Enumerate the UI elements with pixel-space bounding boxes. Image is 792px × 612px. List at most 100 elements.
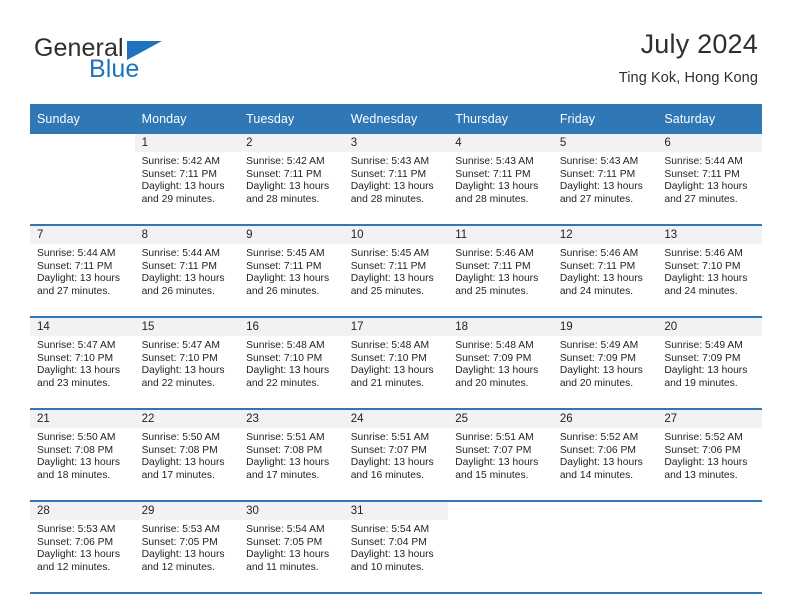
- calendar-day-cell[interactable]: 26 Sunrise: 5:52 AM Sunset: 7:06 PM Dayligh…: [552, 409, 658, 502]
- sunrise-text: Sunrise: 5:43 AM: [350, 156, 430, 167]
- day-number: 23: [239, 410, 344, 428]
- general-blue-logo[interactable]: General Blue: [34, 36, 234, 88]
- daylight-text-line2: and 25 minutes.: [455, 285, 529, 297]
- calendar-week-row: 1 Sunrise: 5:42 AM Sunset: 7:11 PM Daylight…: [30, 134, 762, 226]
- calendar-day-cell[interactable]: 6 Sunrise: 5:44 AM Sunset: 7:11 PM Daylight…: [657, 134, 762, 226]
- calendar-day-cell[interactable]: 14 Sunrise: 5:47 AM Sunset: 7:10 PM Dayligh…: [30, 317, 135, 410]
- sunset-text: Sunset: 7:11 PM: [455, 168, 531, 180]
- sunset-text: Sunset: 7:11 PM: [664, 168, 740, 180]
- calendar-day-cell[interactable]: 29 Sunrise: 5:53 AM Sunset: 7:05 PM Dayligh…: [134, 501, 240, 594]
- calendar-day-cell[interactable]: 20 Sunrise: 5:49 AM Sunset: 7:09 PM Dayligh…: [657, 317, 762, 410]
- day-detail-lines: Sunrise: 5:43 AM Sunset: 7:11 PM Daylight:…: [344, 152, 449, 206]
- calendar-day-cell[interactable]: 4 Sunrise: 5:43 AM Sunset: 7:11 PM Daylight…: [448, 134, 553, 226]
- calendar-day-cell[interactable]: 16 Sunrise: 5:48 AM Sunset: 7:10 PM Dayligh…: [239, 317, 344, 410]
- daylight-text-line1: Daylight: 13 hours: [455, 273, 539, 285]
- calendar-day-cell[interactable]: 22 Sunrise: 5:50 AM Sunset: 7:08 PM Dayligh…: [134, 409, 240, 502]
- calendar-day-cell[interactable]: 23 Sunrise: 5:51 AM Sunset: 7:08 PM Dayligh…: [239, 409, 344, 502]
- day-cell-inner: 8 Sunrise: 5:44 AM Sunset: 7:11 PM Daylight…: [134, 226, 240, 314]
- day-number: 20: [657, 318, 762, 336]
- day-detail-lines: Sunrise: 5:46 AM Sunset: 7:11 PM Daylight:…: [553, 244, 658, 298]
- day-number: 21: [30, 410, 135, 428]
- daylight-text-line1: Daylight: 13 hours: [246, 273, 330, 285]
- day-detail-lines: Sunrise: 5:49 AM Sunset: 7:09 PM Daylight:…: [657, 336, 762, 390]
- day-detail-lines: Sunrise: 5:53 AM Sunset: 7:06 PM Daylight:…: [30, 520, 135, 574]
- day-number: 15: [134, 318, 240, 336]
- calendar-day-cell[interactable]: 3 Sunrise: 5:43 AM Sunset: 7:11 PM Daylight…: [343, 134, 449, 226]
- day-cell-inner: [657, 502, 762, 590]
- day-number: 8: [134, 226, 240, 244]
- sunset-text: Sunset: 7:07 PM: [350, 444, 427, 456]
- calendar-day-cell[interactable]: 15 Sunrise: 5:47 AM Sunset: 7:10 PM Dayligh…: [134, 317, 240, 410]
- sunset-text: Sunset: 7:10 PM: [664, 260, 741, 272]
- sunrise-text: Sunrise: 5:44 AM: [664, 156, 743, 167]
- day-number: 3: [343, 134, 449, 152]
- daylight-text-line2: and 19 minutes.: [664, 377, 738, 389]
- sunrise-text: Sunrise: 5:49 AM: [664, 340, 743, 351]
- sunrise-text: Sunrise: 5:45 AM: [350, 248, 430, 259]
- daylight-text-line1: Daylight: 13 hours: [141, 457, 225, 469]
- calendar-day-cell[interactable]: 9 Sunrise: 5:45 AM Sunset: 7:11 PM Daylight…: [239, 225, 344, 318]
- calendar-day-cell[interactable]: 21 Sunrise: 5:50 AM Sunset: 7:08 PM Dayligh…: [30, 409, 135, 502]
- calendar-day-cell[interactable]: 8 Sunrise: 5:44 AM Sunset: 7:11 PM Daylight…: [134, 225, 240, 318]
- calendar-day-cell[interactable]: 31 Sunrise: 5:54 AM Sunset: 7:04 PM Dayligh…: [343, 501, 449, 594]
- day-number: 16: [239, 318, 344, 336]
- sunrise-text: Sunrise: 5:47 AM: [141, 340, 220, 351]
- calendar-week-row: 14 Sunrise: 5:47 AM Sunset: 7:10 PM Dayligh…: [30, 317, 762, 410]
- day-cell-inner: 1 Sunrise: 5:42 AM Sunset: 7:11 PM Daylight…: [134, 134, 240, 222]
- sunrise-text: Sunrise: 5:45 AM: [246, 248, 325, 259]
- calendar-week-row: 7 Sunrise: 5:44 AM Sunset: 7:11 PM Daylight…: [30, 225, 762, 318]
- calendar-day-cell[interactable]: 30 Sunrise: 5:54 AM Sunset: 7:05 PM Dayligh…: [239, 501, 344, 594]
- daylight-text-line2: and 17 minutes.: [246, 469, 320, 481]
- calendar-day-cell[interactable]: 28 Sunrise: 5:53 AM Sunset: 7:06 PM Dayligh…: [30, 501, 135, 594]
- day-detail-lines: Sunrise: 5:51 AM Sunset: 7:07 PM Daylight:…: [344, 428, 449, 482]
- calendar-day-cell[interactable]: 18 Sunrise: 5:48 AM Sunset: 7:09 PM Dayligh…: [448, 317, 553, 410]
- calendar-day-cell[interactable]: 1 Sunrise: 5:42 AM Sunset: 7:11 PM Daylight…: [134, 134, 240, 226]
- day-number: 6: [657, 134, 762, 152]
- sunset-text: Sunset: 7:11 PM: [455, 260, 531, 272]
- day-cell-inner: [552, 502, 658, 590]
- day-number: [448, 502, 553, 520]
- daylight-text-line2: and 27 minutes.: [559, 193, 634, 205]
- calendar-day-cell[interactable]: 13 Sunrise: 5:46 AM Sunset: 7:10 PM Dayligh…: [657, 225, 762, 318]
- sunrise-text: Sunrise: 5:43 AM: [455, 156, 534, 167]
- calendar-day-cell[interactable]: 5 Sunrise: 5:43 AM Sunset: 7:11 PM Daylight…: [552, 134, 658, 226]
- calendar-day-cell[interactable]: 25 Sunrise: 5:51 AM Sunset: 7:07 PM Dayligh…: [448, 409, 553, 502]
- calendar-day-cell[interactable]: 19 Sunrise: 5:49 AM Sunset: 7:09 PM Dayligh…: [552, 317, 658, 410]
- calendar-day-cell[interactable]: 12 Sunrise: 5:46 AM Sunset: 7:11 PM Dayligh…: [552, 225, 658, 318]
- calendar-day-cell[interactable]: 2 Sunrise: 5:42 AM Sunset: 7:11 PM Daylight…: [239, 134, 344, 226]
- sunrise-text: Sunrise: 5:50 AM: [37, 432, 116, 443]
- daylight-text-line2: and 26 minutes.: [246, 285, 320, 297]
- day-number: 1: [134, 134, 240, 152]
- calendar-day-cell[interactable]: 27 Sunrise: 5:52 AM Sunset: 7:06 PM Dayligh…: [657, 409, 762, 502]
- daylight-text-line2: and 24 minutes.: [664, 285, 738, 297]
- weekday-header-monday: Monday: [134, 104, 240, 134]
- calendar-day-cell[interactable]: 11 Sunrise: 5:46 AM Sunset: 7:11 PM Dayligh…: [448, 225, 553, 318]
- day-detail-lines: Sunrise: 5:46 AM Sunset: 7:11 PM Daylight:…: [448, 244, 553, 298]
- daylight-text-line2: and 12 minutes.: [141, 561, 215, 573]
- day-cell-inner: 30 Sunrise: 5:54 AM Sunset: 7:05 PM Dayligh…: [239, 502, 344, 590]
- day-cell-inner: 21 Sunrise: 5:50 AM Sunset: 7:08 PM Dayligh…: [30, 410, 135, 498]
- sunrise-text: Sunrise: 5:50 AM: [141, 432, 220, 443]
- day-cell-inner: 29 Sunrise: 5:53 AM Sunset: 7:05 PM Dayligh…: [134, 502, 240, 590]
- day-cell-inner: 19 Sunrise: 5:49 AM Sunset: 7:09 PM Dayligh…: [552, 318, 658, 406]
- day-number: 13: [657, 226, 762, 244]
- sunrise-text: Sunrise: 5:46 AM: [559, 248, 639, 259]
- calendar-day-cell-empty: [30, 134, 135, 226]
- sunset-text: Sunset: 7:10 PM: [246, 352, 323, 364]
- calendar-day-cell[interactable]: 17 Sunrise: 5:48 AM Sunset: 7:10 PM Dayligh…: [343, 317, 449, 410]
- calendar-day-cell[interactable]: 7 Sunrise: 5:44 AM Sunset: 7:11 PM Daylight…: [30, 225, 135, 318]
- daylight-text-line2: and 25 minutes.: [350, 285, 424, 297]
- daylight-text-line2: and 22 minutes.: [141, 377, 215, 389]
- day-cell-inner: 3 Sunrise: 5:43 AM Sunset: 7:11 PM Daylight…: [343, 134, 449, 222]
- daylight-text-line2: and 28 minutes.: [246, 193, 320, 205]
- calendar-body: 1 Sunrise: 5:42 AM Sunset: 7:11 PM Daylight…: [30, 134, 762, 594]
- sunset-text: Sunset: 7:11 PM: [37, 260, 113, 272]
- calendar-day-cell[interactable]: 24 Sunrise: 5:51 AM Sunset: 7:07 PM Dayligh…: [343, 409, 449, 502]
- sunrise-text: Sunrise: 5:52 AM: [559, 432, 639, 443]
- day-number: 7: [30, 226, 135, 244]
- calendar-day-cell[interactable]: 10 Sunrise: 5:45 AM Sunset: 7:11 PM Dayligh…: [343, 225, 449, 318]
- day-cell-inner: 31 Sunrise: 5:54 AM Sunset: 7:04 PM Dayligh…: [343, 502, 449, 590]
- day-cell-inner: 16 Sunrise: 5:48 AM Sunset: 7:10 PM Dayligh…: [239, 318, 344, 406]
- daylight-text-line1: Daylight: 13 hours: [559, 181, 643, 193]
- weekday-header-row: Sunday Monday Tuesday Wednesday Thursday…: [30, 104, 762, 134]
